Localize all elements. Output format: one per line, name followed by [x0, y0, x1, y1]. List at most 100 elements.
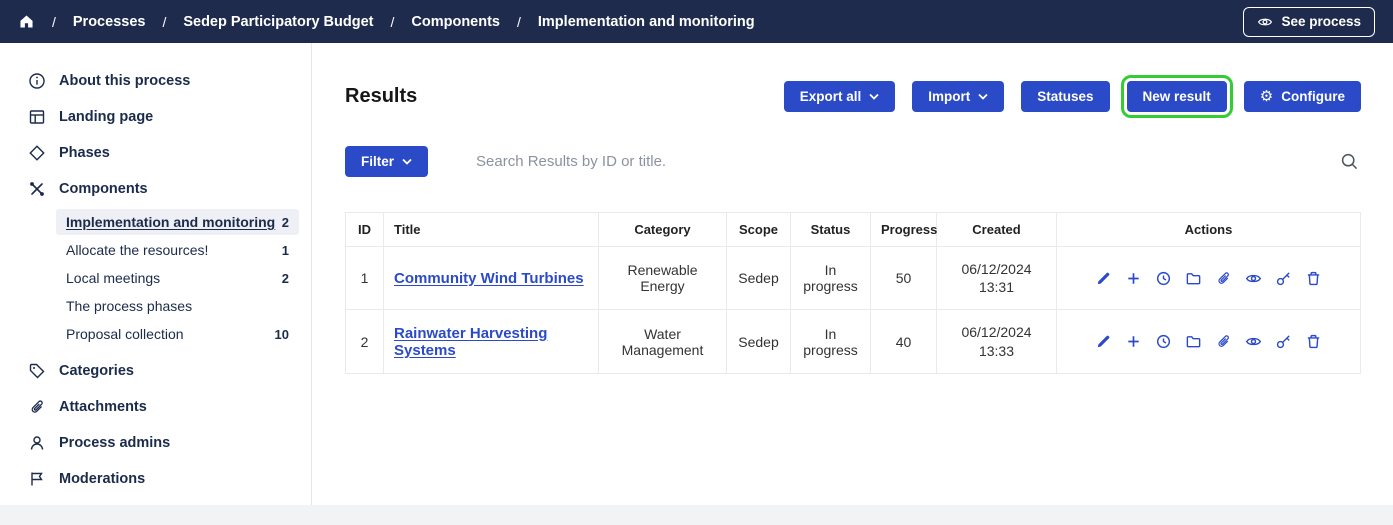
export-all-button[interactable]: Export all [784, 81, 896, 112]
key-icon [1275, 270, 1292, 287]
subitem-count-badge: 2 [277, 215, 289, 230]
breadcrumb-processes[interactable]: Processes [73, 14, 146, 30]
filter-row: Filter [345, 146, 1361, 177]
breadcrumb-process-name[interactable]: Sedep Participatory Budget [183, 14, 373, 30]
phases-icon [28, 144, 46, 162]
cell-created: 06/12/2024 13:33 [937, 310, 1057, 373]
row-actions [1067, 270, 1350, 287]
delete-action-button[interactable] [1305, 333, 1322, 350]
clock-icon [1155, 333, 1172, 350]
flag-icon [28, 470, 46, 488]
paperclip-icon [1215, 333, 1232, 350]
sidebar-item-label: Components [59, 181, 148, 197]
search-input[interactable] [476, 153, 1338, 170]
sidebar-subitem-proposal-collection[interactable]: Proposal collection 10 [56, 321, 299, 347]
search-button[interactable] [1338, 150, 1361, 173]
import-button[interactable]: Import [912, 81, 1004, 112]
result-title-link[interactable]: Community Wind Turbines [394, 270, 584, 287]
edit-icon [1095, 333, 1112, 350]
sidebar-subitem-implementation-and-monitoring[interactable]: Implementation and monitoring 2 [56, 209, 299, 235]
plus-icon [1125, 270, 1142, 287]
delete-action-button[interactable] [1305, 270, 1322, 287]
sidebar-item-categories[interactable]: Categories [0, 353, 311, 389]
sidebar-subitem-allocate-the-resources[interactable]: Allocate the resources! 1 [56, 237, 299, 263]
edit-action-button[interactable] [1095, 270, 1112, 287]
attachments-action-button[interactable] [1215, 333, 1232, 350]
sidebar-item-process-admins[interactable]: Process admins [0, 425, 311, 461]
column-header-status: Status [791, 213, 871, 247]
folder-action-button[interactable] [1185, 270, 1202, 287]
table-row: 2 Rainwater Harvesting Systems Water Man… [346, 310, 1361, 373]
cell-progress: 50 [871, 247, 937, 310]
eye-icon [1245, 333, 1262, 350]
preview-action-button[interactable] [1245, 333, 1262, 350]
row-actions [1067, 333, 1350, 350]
sidebar-subitem-the-process-phases[interactable]: The process phases [56, 293, 299, 319]
column-header-scope: Scope [727, 213, 791, 247]
sidebar-subitem-local-meetings[interactable]: Local meetings 2 [56, 265, 299, 291]
result-title-link[interactable]: Rainwater Harvesting Systems [394, 325, 547, 359]
clock-icon [1155, 270, 1172, 287]
breadcrumb-components[interactable]: Components [411, 14, 500, 30]
folder-action-button[interactable] [1185, 333, 1202, 350]
topbar: / Processes / Sedep Participatory Budget… [0, 0, 1393, 43]
main-content: Results Export all Import Statuses New r… [312, 43, 1393, 505]
attachments-action-button[interactable] [1215, 270, 1232, 287]
preview-action-button[interactable] [1245, 270, 1262, 287]
cell-status: In progress [791, 247, 871, 310]
subitem-count-badge: 1 [277, 243, 289, 258]
new-result-button[interactable]: New result [1127, 81, 1227, 112]
table-header-row: ID Title Category Scope Status Progress … [346, 213, 1361, 247]
sidebar: About this process Landing page Phases C… [0, 43, 312, 505]
cell-progress: 40 [871, 310, 937, 373]
history-action-button[interactable] [1155, 270, 1172, 287]
edit-action-button[interactable] [1095, 333, 1112, 350]
landing-page-icon [28, 108, 46, 126]
chevron-down-icon [402, 158, 412, 165]
permissions-action-button[interactable] [1275, 270, 1292, 287]
sidebar-item-moderations[interactable]: Moderations [0, 461, 311, 497]
breadcrumb: / Processes / Sedep Participatory Budget… [18, 13, 755, 30]
permissions-action-button[interactable] [1275, 333, 1292, 350]
results-toolbar: Export all Import Statuses New result ⚙ … [784, 81, 1361, 112]
home-link[interactable] [18, 13, 35, 30]
add-action-button[interactable] [1125, 270, 1142, 287]
paperclip-icon [1215, 270, 1232, 287]
sidebar-item-phases[interactable]: Phases [0, 135, 311, 171]
filter-button[interactable]: Filter [345, 146, 428, 177]
cell-id: 1 [346, 247, 384, 310]
chevron-down-icon [978, 93, 988, 100]
import-label: Import [928, 89, 970, 104]
statuses-label: Statuses [1037, 89, 1093, 104]
cell-scope: Sedep [727, 310, 791, 373]
breadcrumb-current: Implementation and monitoring [538, 14, 755, 30]
see-process-button[interactable]: See process [1243, 7, 1375, 37]
folder-icon [1185, 333, 1202, 350]
breadcrumb-separator: / [517, 14, 521, 30]
add-action-button[interactable] [1125, 333, 1142, 350]
sidebar-item-label: About this process [59, 73, 190, 89]
folder-icon [1185, 270, 1202, 287]
info-icon [28, 72, 46, 90]
sidebar-item-label: Categories [59, 363, 134, 379]
configure-button[interactable]: ⚙ Configure [1244, 81, 1361, 112]
sidebar-item-attachments[interactable]: Attachments [0, 389, 311, 425]
cell-scope: Sedep [727, 247, 791, 310]
statuses-button[interactable]: Statuses [1021, 81, 1109, 112]
subitem-label: Local meetings [66, 270, 160, 286]
cell-created: 06/12/2024 13:31 [937, 247, 1057, 310]
created-time: 13:31 [947, 278, 1046, 296]
plus-icon [1125, 333, 1142, 350]
sidebar-item-about[interactable]: About this process [0, 63, 311, 99]
home-icon [18, 13, 35, 30]
gear-icon: ⚙ [1260, 89, 1273, 104]
subitem-label: Implementation and monitoring [66, 214, 275, 230]
cell-category: Renewable Energy [599, 247, 727, 310]
sidebar-item-label: Landing page [59, 109, 153, 125]
sidebar-item-components[interactable]: Components [0, 171, 311, 207]
subitem-label: Allocate the resources! [66, 242, 208, 258]
trash-icon [1305, 270, 1322, 287]
sidebar-item-landing-page[interactable]: Landing page [0, 99, 311, 135]
history-action-button[interactable] [1155, 333, 1172, 350]
eye-icon [1257, 14, 1273, 30]
